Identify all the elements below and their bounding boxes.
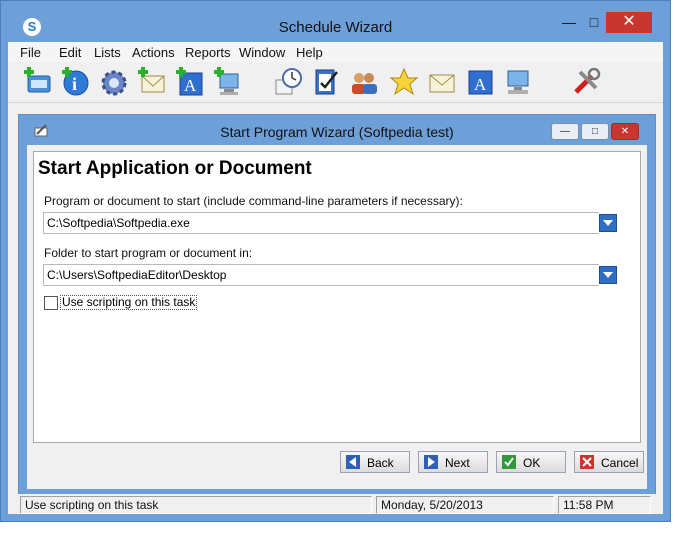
- title-bar[interactable]: S Schedule Wizard — □ ✕: [1, 1, 670, 41]
- cancel-button[interactable]: Cancel: [574, 451, 644, 473]
- cancel-button-label: Cancel: [601, 456, 639, 470]
- computer-icon[interactable]: [502, 66, 534, 98]
- users-icon[interactable]: [348, 66, 380, 98]
- close-button[interactable]: ✕: [606, 12, 652, 33]
- scripting-checkbox[interactable]: [44, 296, 58, 310]
- menu-edit[interactable]: Edit: [59, 45, 81, 60]
- scripting-label[interactable]: Use scripting on this task: [60, 295, 198, 310]
- checkmark-icon: [502, 455, 516, 469]
- folder-field[interactable]: C:\Users\SoftpediaEditor\Desktop: [43, 264, 599, 286]
- folder-label: Folder to start program or document in:: [44, 246, 253, 260]
- cancel-x-icon: [580, 455, 594, 469]
- ok-button[interactable]: OK: [496, 451, 566, 473]
- ok-button-label: OK: [523, 456, 541, 470]
- minimize-button[interactable]: —: [556, 12, 582, 33]
- tools-icon[interactable]: [570, 66, 602, 98]
- program-field[interactable]: C:\Softpedia\Softpedia.exe: [43, 212, 599, 234]
- toolbar: i A A: [8, 62, 663, 103]
- menu-reports[interactable]: Reports: [185, 45, 231, 60]
- status-message: Use scripting on this task: [20, 496, 372, 514]
- text-icon[interactable]: A: [464, 66, 496, 98]
- back-button-label: Back: [367, 456, 394, 470]
- back-arrow-icon: [346, 455, 360, 469]
- status-bar: Use scripting on this task Monday, 5/20/…: [8, 494, 663, 514]
- child-minimize-button[interactable]: —: [551, 123, 579, 140]
- child-title-bar[interactable]: Start Program Wizard (Softpedia test) — …: [19, 115, 655, 145]
- email-icon[interactable]: [426, 66, 458, 98]
- wizard-heading: Start Application or Document: [38, 158, 312, 179]
- svg-text:A: A: [184, 76, 197, 95]
- main-window: S Schedule Wizard — □ ✕ File Edit Lists …: [0, 0, 671, 522]
- gear-icon[interactable]: [98, 66, 130, 98]
- menu-actions[interactable]: Actions: [132, 45, 175, 60]
- start-program-wizard-window: Start Program Wizard (Softpedia test) — …: [18, 114, 656, 496]
- back-button[interactable]: Back: [340, 451, 410, 473]
- status-date: Monday, 5/20/2013: [376, 496, 554, 514]
- maximize-button[interactable]: □: [581, 12, 607, 33]
- svg-text:A: A: [474, 75, 487, 94]
- child-close-button[interactable]: ✕: [611, 123, 639, 140]
- svg-text:i: i: [72, 74, 77, 94]
- menu-file[interactable]: File: [20, 45, 41, 60]
- new-email-icon[interactable]: [136, 66, 168, 98]
- next-button[interactable]: Next: [418, 451, 488, 473]
- info-icon[interactable]: i: [60, 66, 92, 98]
- new-task-icon[interactable]: [22, 66, 54, 98]
- menu-lists[interactable]: Lists: [94, 45, 121, 60]
- program-label: Program or document to start (include co…: [44, 194, 463, 208]
- menu-help[interactable]: Help: [296, 45, 323, 60]
- folder-dropdown-button[interactable]: [599, 266, 617, 284]
- clock-calendar-icon[interactable]: [272, 66, 304, 98]
- wizard-body: Start Application or Document Program or…: [27, 145, 647, 489]
- star-icon[interactable]: [388, 66, 420, 98]
- status-time: 11:58 PM: [558, 496, 651, 514]
- program-dropdown-button[interactable]: [599, 214, 617, 232]
- new-text-icon[interactable]: A: [174, 66, 206, 98]
- client-area: File Edit Lists Actions Reports Window H…: [8, 42, 663, 514]
- next-button-label: Next: [445, 456, 470, 470]
- new-computer-icon[interactable]: [212, 66, 244, 98]
- wizard-pane: Start Application or Document Program or…: [33, 151, 641, 443]
- next-arrow-icon: [424, 455, 438, 469]
- checklist-icon[interactable]: [310, 66, 342, 98]
- menu-window[interactable]: Window: [239, 45, 285, 60]
- menu-bar: File Edit Lists Actions Reports Window H…: [8, 42, 663, 62]
- child-maximize-button[interactable]: □: [581, 123, 609, 140]
